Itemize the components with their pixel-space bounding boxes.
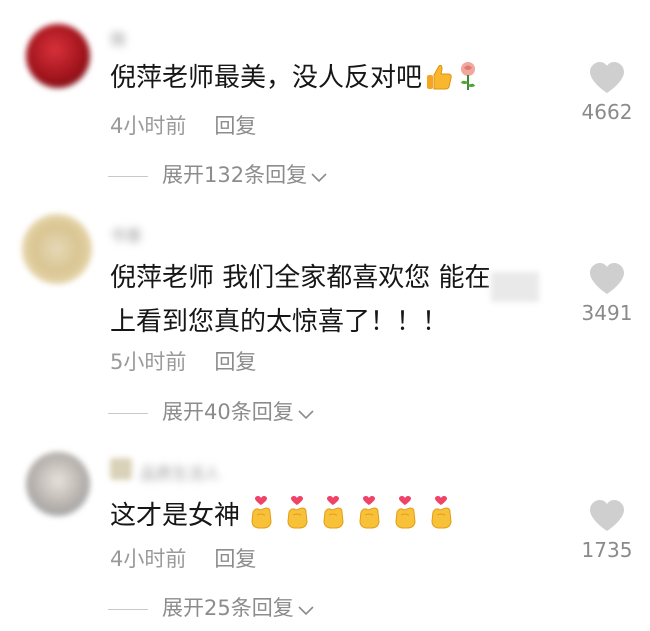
heart-icon[interactable] <box>589 263 625 295</box>
heart-icon[interactable] <box>589 500 625 532</box>
avatar[interactable] <box>22 214 92 284</box>
expand-replies-button[interactable]: 展开132条回复 <box>108 159 327 189</box>
divider <box>108 175 148 177</box>
avatar[interactable] <box>26 452 90 516</box>
chevron-down-icon <box>311 164 327 188</box>
finger-heart-icon <box>426 496 456 542</box>
reply-button[interactable]: 回复 <box>214 114 256 138</box>
expand-replies-button[interactable]: 展开25条回复 <box>108 592 314 622</box>
comment-text-part2: 上看到您真的太惊喜了！！！ <box>110 307 449 337</box>
comment-time: 5小时前 <box>110 350 187 374</box>
comment-time: 4小时前 <box>110 114 187 138</box>
reply-button[interactable]: 回复 <box>214 350 256 374</box>
comment-text: 这才是女神 <box>110 496 570 542</box>
comment-text-content: 这才是女神 <box>110 501 241 531</box>
comment-meta: 4小时前 回复 <box>110 110 256 140</box>
username[interactable]: 书香 <box>110 222 142 245</box>
expand-replies-label: 展开40条回复 <box>162 400 294 424</box>
finger-heart-icon <box>282 496 312 542</box>
expand-replies-button[interactable]: 展开40条回复 <box>108 396 314 426</box>
comment-text: 倪萍老师 我们全家都喜欢您 能在. 上看到您真的太惊喜了！！！ <box>110 258 570 342</box>
expand-replies-label: 展开25条回复 <box>162 596 294 620</box>
reply-button[interactable]: 回复 <box>214 547 256 571</box>
username-badge <box>110 458 132 480</box>
like-group: 3491 <box>574 263 640 325</box>
comment-meta: 4小时前 回复 <box>110 543 256 573</box>
thumbs-up-icon <box>424 62 454 104</box>
username[interactable]: 微 <box>110 26 126 49</box>
divider <box>108 412 148 414</box>
chevron-down-icon <box>298 597 314 621</box>
finger-heart-icon <box>318 496 348 542</box>
finger-heart-icon <box>390 496 420 542</box>
like-count: 1735 <box>581 538 633 562</box>
like-group: 1735 <box>574 500 640 562</box>
comment-text-part1: 倪萍老师 我们全家都喜欢您 能在 <box>110 263 491 293</box>
comment-meta: 5小时前 回复 <box>110 346 256 376</box>
avatar[interactable] <box>26 24 90 88</box>
comment-text: 倪萍老师最美，没人反对吧 <box>110 58 570 104</box>
like-count: 3491 <box>581 301 633 325</box>
comment-text-content: 倪萍老师最美，没人反对吧 <box>110 63 423 93</box>
finger-heart-emojis <box>240 496 456 531</box>
expand-replies-label: 展开132条回复 <box>162 163 308 187</box>
username[interactable]: 品质生活人 <box>140 460 220 483</box>
chevron-down-icon <box>298 401 314 425</box>
rose-icon <box>456 60 480 104</box>
comment-time: 4小时前 <box>110 547 187 571</box>
finger-heart-icon <box>354 496 384 542</box>
like-count: 4662 <box>581 100 633 124</box>
divider <box>108 608 148 610</box>
like-group: 4662 <box>574 62 640 124</box>
finger-heart-icon <box>246 496 276 542</box>
redacted-region: . <box>490 272 539 302</box>
heart-icon[interactable] <box>589 62 625 94</box>
